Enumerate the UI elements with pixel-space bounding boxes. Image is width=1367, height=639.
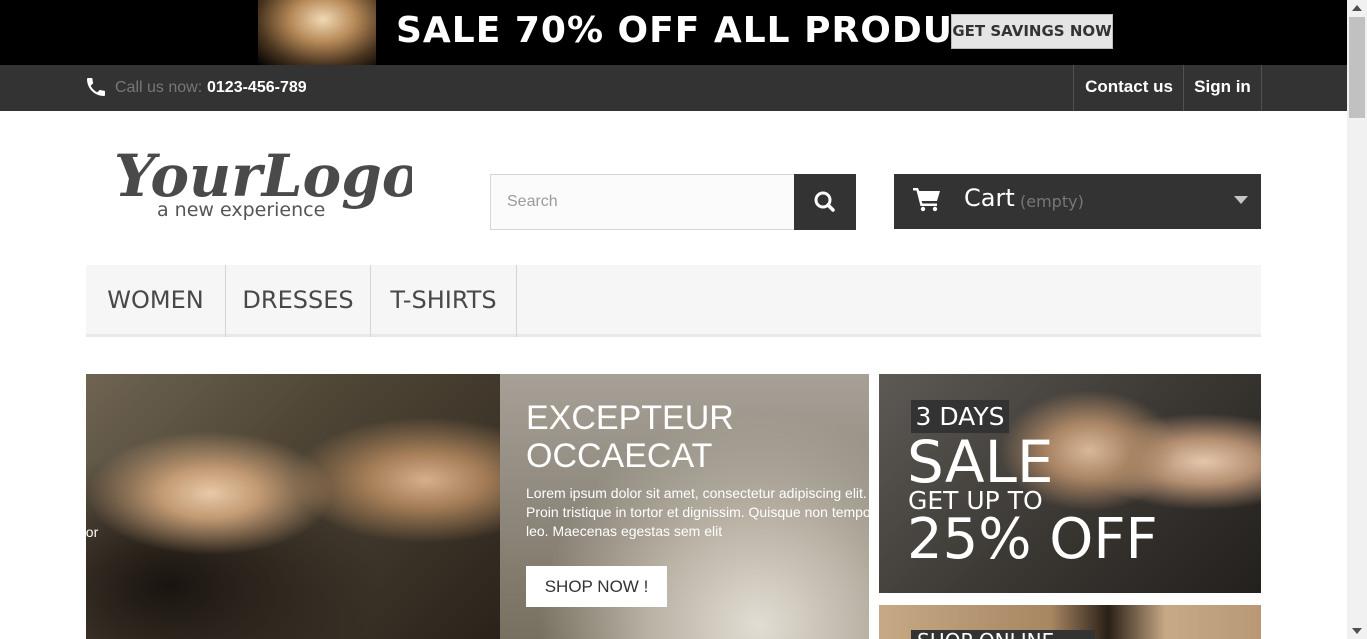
slide-text-line: Proin tristique in tortor et dignissim. …: [526, 504, 869, 520]
caret-down-icon: [1234, 196, 1248, 204]
search-icon: [814, 191, 835, 212]
shop-online-badge: SHOP ONLINE: [911, 630, 1095, 639]
discount-percent: 25% OFF: [907, 507, 1158, 572]
call-us-label: Call us now:: [115, 79, 203, 96]
scroll-up-arrow-icon[interactable]: [1352, 5, 1362, 11]
promo-text: SALE 70% OFF ALL PRODUCTS: [396, 10, 1033, 51]
scroll-down-arrow-icon[interactable]: [1352, 628, 1362, 634]
cart-dropdown[interactable]: Cart (empty): [894, 174, 1261, 229]
shop-online-banner[interactable]: SHOP ONLINE: [879, 605, 1261, 639]
cart-status: (empty): [1020, 192, 1084, 211]
sign-in-link[interactable]: Sign in: [1183, 65, 1262, 111]
previous-slide-text-edge: t por: [86, 504, 98, 542]
get-savings-button[interactable]: GET SAVINGS NOW: [951, 14, 1113, 49]
edge-text-line: por: [86, 524, 99, 540]
slide-title: EXCEPTEUR OCCAECAT: [526, 399, 856, 475]
site-logo[interactable]: YourLogo a new experience: [112, 138, 412, 226]
slide-description: Lorem ipsum dolor sit amet, consectetur …: [526, 484, 869, 544]
phone-icon: [87, 78, 105, 96]
sale-heading: SALE: [907, 428, 1054, 496]
slide-title-line: OCCAECAT: [526, 437, 713, 475]
phone-number: 0123-456-789: [207, 79, 307, 96]
cart-label: Cart: [964, 184, 1015, 212]
slide-text-line: leo. Maecenas egestas sem elit: [526, 523, 723, 539]
menu-item-dresses[interactable]: DRESSES: [226, 265, 371, 337]
shop-now-button[interactable]: SHOP NOW !: [526, 566, 667, 607]
top-nav-bar: Call us now: 0123-456-789 Contact us Sig…: [0, 65, 1347, 111]
menu-item-women[interactable]: WOMEN: [86, 265, 226, 337]
homepage-slider[interactable]: t por EXCEPTEUR OCCAECAT Lorem ipsum dol…: [86, 374, 869, 639]
search-input[interactable]: [490, 174, 795, 230]
sale-banner[interactable]: 3 DAYS SALE GET UP TO 25% OFF: [879, 374, 1261, 593]
contact-us-link[interactable]: Contact us: [1073, 65, 1184, 111]
menu-item-tshirts[interactable]: T-SHIRTS: [371, 265, 517, 337]
slide-image: [86, 374, 500, 639]
cart-icon: [913, 188, 940, 212]
promo-model-image: [258, 0, 376, 65]
edge-text-line: t: [86, 504, 98, 523]
page-scrollbar[interactable]: [1347, 0, 1367, 639]
slide-title-line: EXCEPTEUR: [526, 399, 734, 437]
logo-tagline: a new experience: [157, 199, 325, 221]
scroll-thumb[interactable]: [1349, 17, 1365, 118]
main-menu: WOMEN DRESSES T-SHIRTS: [86, 265, 1261, 337]
promo-banner[interactable]: SALE 70% OFF ALL PRODUCTS GET SAVINGS NO…: [0, 0, 1347, 65]
slide-text-line: Lorem ipsum dolor sit amet, consectetur …: [526, 485, 867, 501]
search-button[interactable]: [794, 174, 856, 230]
